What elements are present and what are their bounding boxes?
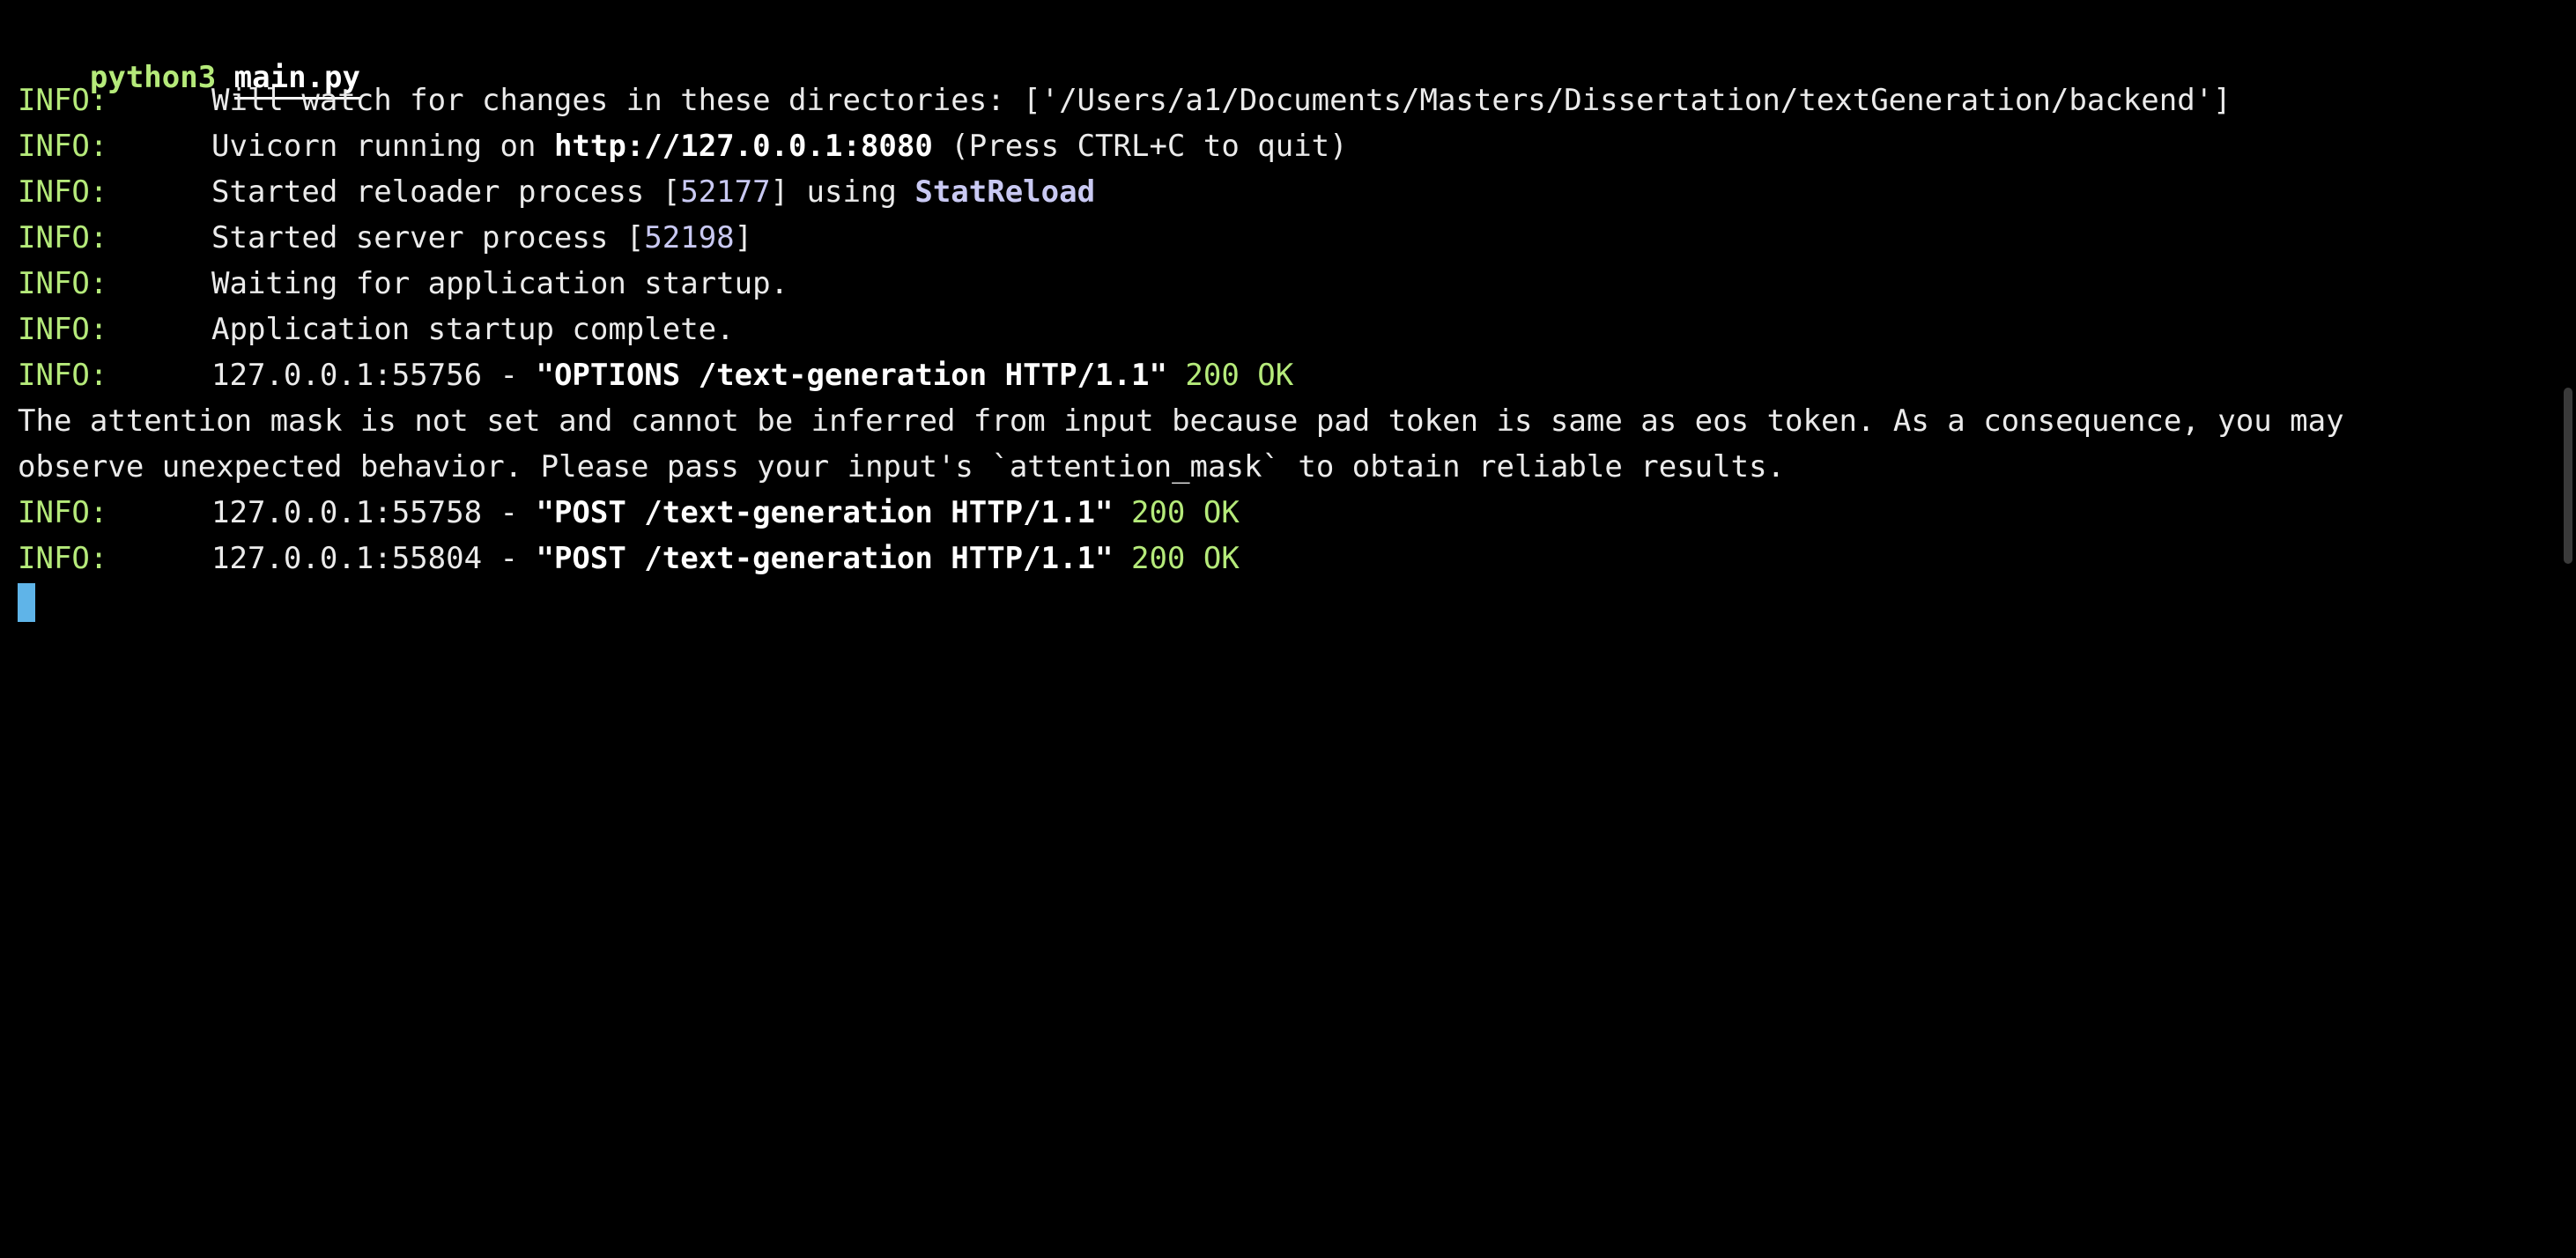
log-line: INFO: 127.0.0.1:55804 - "POST /text-gener… (18, 536, 1240, 581)
log-message-prefix: Started reloader process [ (211, 174, 681, 210)
warning-line: The attention mask is not set and cannot… (18, 403, 2344, 439)
reloader-name: StatReload (914, 174, 1096, 210)
log-message: Application startup complete. (211, 312, 735, 347)
log-level: INFO: (18, 541, 108, 576)
separator: - (482, 358, 537, 393)
client-address: 127.0.0.1:55804 (211, 541, 483, 576)
log-message-suffix: (Press CTRL+C to quit) (932, 129, 1348, 164)
log-level: INFO: (18, 312, 108, 347)
log-line: INFO: Uvicorn running on http://127.0.0.1… (18, 123, 1348, 169)
log-line: INFO: 127.0.0.1:55756 - "OPTIONS /text-ge… (18, 352, 1293, 398)
client-address: 127.0.0.1:55758 (211, 495, 483, 530)
log-line: INFO: Started reloader process [52177] us… (18, 169, 1095, 215)
log-level: INFO: (18, 220, 108, 255)
http-request: "POST /text-generation HTTP/1.1" (536, 541, 1114, 576)
status-code: 200 OK (1130, 541, 1240, 576)
log-message-suffix: ] using (770, 174, 915, 210)
log-level: INFO: (18, 129, 108, 164)
text-cursor[interactable] (18, 583, 35, 622)
log-line: INFO: Application startup complete. (18, 307, 735, 352)
http-request: "OPTIONS /text-generation HTTP/1.1" (536, 358, 1167, 393)
log-line: INFO: Started server process [52198] (18, 215, 752, 261)
log-level: INFO: (18, 174, 108, 210)
status-code: 200 OK (1185, 358, 1294, 393)
client-address: 127.0.0.1:55756 (211, 358, 483, 393)
log-level: INFO: (18, 495, 108, 530)
server-url: http://127.0.0.1:8080 (553, 129, 933, 164)
prompt-line: python3 main.py (18, 9, 360, 100)
scrollbar[interactable] (2564, 388, 2572, 564)
process-id: 52198 (644, 220, 735, 255)
log-message: Waiting for application startup. (211, 266, 789, 301)
log-line: INFO: Will watch for changes in these dir… (18, 78, 2232, 123)
terminal-window[interactable]: python3 main.py INFO: Will watch for chan… (0, 0, 2576, 629)
http-request: "POST /text-generation HTTP/1.1" (536, 495, 1114, 530)
log-line: INFO: Waiting for application startup. (18, 261, 788, 307)
status-code: 200 OK (1130, 495, 1240, 530)
process-id: 52177 (680, 174, 771, 210)
log-message-prefix: Started server process [ (211, 220, 645, 255)
log-level: INFO: (18, 83, 108, 118)
log-message: Will watch for changes in these director… (211, 83, 2232, 118)
separator: - (482, 541, 537, 576)
log-level: INFO: (18, 358, 108, 393)
log-level: INFO: (18, 266, 108, 301)
log-message-prefix: Uvicorn running on (211, 129, 554, 164)
log-message-suffix: ] (734, 220, 753, 255)
warning-line: observe unexpected behavior. Please pass… (18, 449, 1786, 485)
log-line: INFO: 127.0.0.1:55758 - "POST /text-gener… (18, 490, 1240, 536)
separator: - (482, 495, 537, 530)
